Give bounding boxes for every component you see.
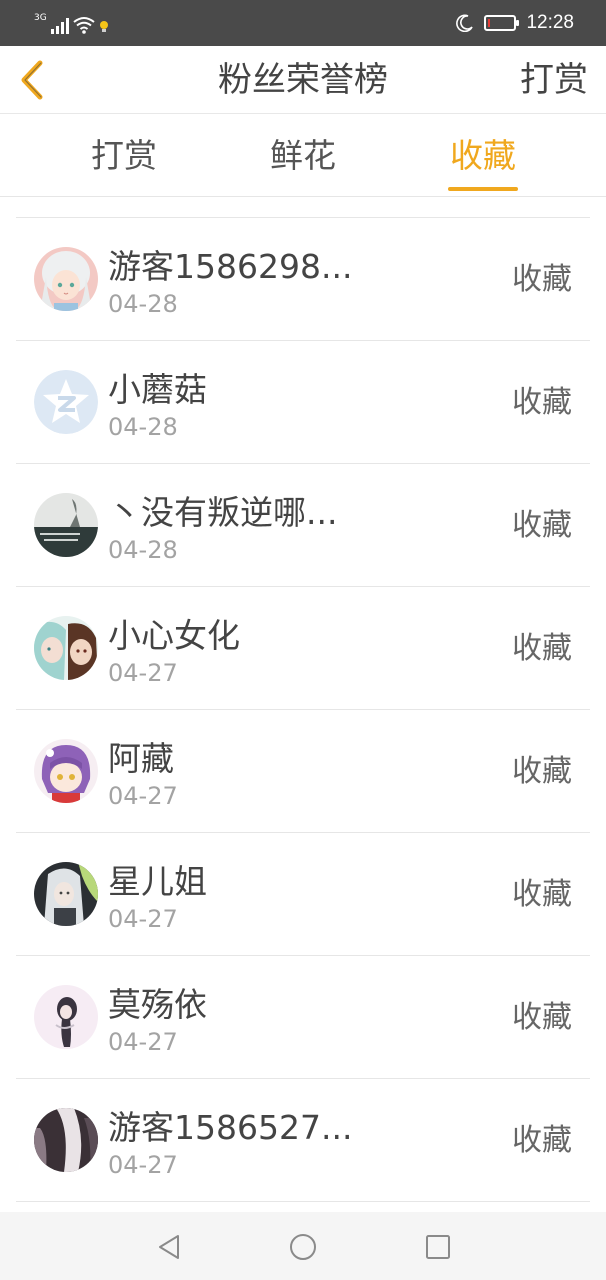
item-date: 04-27 [108,782,178,810]
item-date: 04-27 [108,905,178,933]
avatar [34,493,98,557]
tip-button[interactable]: 打赏 [520,46,588,114]
item-action-label: 收藏 [512,1123,572,1158]
list-item[interactable]: 游客1586298... 04-28 收藏 [16,218,590,341]
avatar [34,370,98,434]
item-date: 04-27 [108,659,178,687]
user-name: 游客1586527... [108,1108,353,1147]
avatar [34,1108,98,1172]
user-name: 小心女化 [108,616,240,655]
status-right: 12:28 [456,11,574,35]
tab-flowers[interactable]: 鲜花 [243,115,363,197]
user-name: 小蘑菇 [108,370,207,409]
network-type: 3G [34,13,47,23]
user-name: 阿藏 [108,739,174,778]
circle-home-icon[interactable] [288,1232,318,1262]
header: 粉丝荣誉榜 打赏 [0,46,606,114]
list-item[interactable]: 小心女化 04-27 收藏 [16,587,590,710]
square-recents-icon[interactable] [423,1232,453,1262]
moon-icon [456,14,474,32]
list-item[interactable]: 丶没有叛逆哪... 04-28 收藏 [16,464,590,587]
item-date: 04-28 [108,413,178,441]
status-bar: 3G 12:28 [0,0,606,46]
list-item[interactable]: 莫殇依 04-27 收藏 [16,956,590,1079]
item-action-label: 收藏 [512,631,572,666]
system-nav-bar [0,1212,606,1280]
avatar [34,616,98,680]
list-item[interactable]: 小蘑菇 04-28 收藏 [16,341,590,464]
item-action-label: 收藏 [512,877,572,912]
list-item[interactable]: 游客1586527... 04-27 收藏 [16,1079,590,1202]
item-action-label: 收藏 [512,385,572,420]
clock: 12:28 [526,12,574,33]
fan-list: 游客1586298... 04-28 收藏 小蘑菇 04-28 收藏 丶没有叛逆… [16,217,590,1202]
tab-bar: 打赏 鲜花 收藏 [0,115,606,197]
item-action-label: 收藏 [512,754,572,789]
user-name: 游客1586298... [108,247,353,286]
triangle-back-icon[interactable] [154,1232,184,1262]
list-item[interactable]: 阿藏 04-27 收藏 [16,710,590,833]
notification-bulb-icon [99,21,108,32]
item-action-label: 收藏 [512,508,572,543]
item-date: 04-27 [108,1151,178,1179]
avatar [34,862,98,926]
battery-icon [484,15,520,31]
item-date: 04-27 [108,1028,178,1056]
avatar [34,247,98,311]
item-action-label: 收藏 [512,262,572,297]
signal-icon [50,18,69,34]
user-name: 莫殇依 [108,985,207,1024]
item-date: 04-28 [108,290,178,318]
battery-level [488,19,491,27]
user-name: 星儿姐 [108,862,207,901]
user-name: 丶没有叛逆哪... [108,493,338,532]
avatar [34,739,98,803]
tab-favorites[interactable]: 收藏 [423,115,543,197]
list-item[interactable]: 星儿姐 04-27 收藏 [16,833,590,956]
wifi-icon [73,17,95,34]
status-left: 3G [34,12,109,34]
tab-tips[interactable]: 打赏 [64,115,184,197]
page-title: 粉丝荣誉榜 [218,60,388,100]
item-date: 04-28 [108,536,178,564]
item-action-label: 收藏 [512,1000,572,1035]
avatar [34,985,98,1049]
active-tab-indicator [448,187,518,191]
